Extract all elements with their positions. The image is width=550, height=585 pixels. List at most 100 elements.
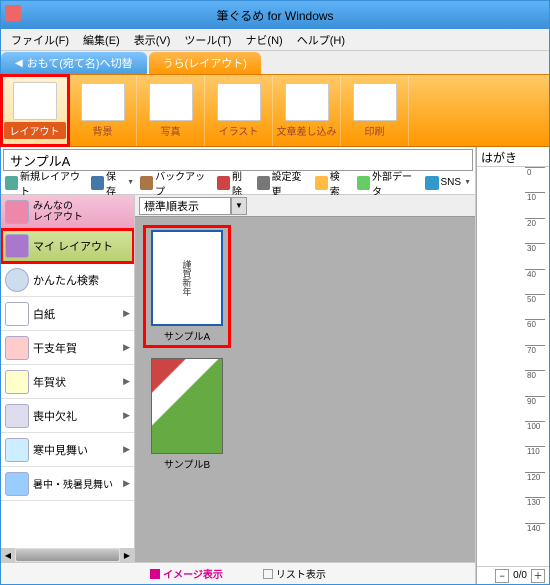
ruler-tick: 40: [525, 269, 545, 294]
sidebar-hscroll[interactable]: ◀ ▶: [1, 548, 134, 562]
ribbon-print-label: 印刷: [365, 123, 385, 138]
ruler-tick: 140: [525, 523, 545, 548]
nenga-icon: [5, 370, 29, 394]
ribbon-background[interactable]: 背景: [69, 75, 137, 146]
tab-ura[interactable]: うら(レイアウト): [149, 52, 261, 74]
cat-summer[interactable]: 暑中・残暑見舞い ▶: [1, 467, 134, 501]
tb-new-label: 新規レイアウト: [20, 168, 85, 198]
photo-icon: [149, 83, 193, 121]
tb-save[interactable]: 保存: [91, 168, 134, 198]
cat-label-1: マイ レイアウト: [33, 238, 113, 254]
tb-backup[interactable]: バックアップ: [140, 168, 211, 198]
preview-area: 0102030405060708090100110120130140: [477, 167, 549, 566]
ruler-tick: 50: [525, 294, 545, 319]
ruler-tick: 30: [525, 243, 545, 268]
sns-icon: [425, 176, 439, 190]
ribbon-illust[interactable]: イラスト: [205, 75, 273, 146]
delete-icon: [217, 176, 230, 190]
thumb-sample-a[interactable]: サンプルA: [143, 225, 231, 348]
viewmode-image[interactable]: イメージ表示: [150, 566, 223, 581]
tb-sns-label: SNS: [441, 177, 462, 188]
cat-blank[interactable]: 白紙 ▶: [1, 297, 134, 331]
chevron-right-icon: ▶: [123, 376, 130, 387]
viewmode-list[interactable]: リスト表示: [263, 566, 326, 581]
zoom-value: 0/0: [513, 570, 527, 581]
ruler-tick: 120: [525, 472, 545, 497]
mourning-icon: [5, 404, 29, 428]
cat-winter[interactable]: 寒中見舞い ▶: [1, 433, 134, 467]
cat-nenga[interactable]: 年賀状 ▶: [1, 365, 134, 399]
cat-easy-search[interactable]: かんたん検索: [1, 263, 134, 297]
tb-delete-label: 削除: [232, 168, 251, 198]
tb-save-label: 保存: [106, 168, 124, 198]
tb-extdata[interactable]: 外部データ: [357, 168, 419, 198]
thumb-image-b: [151, 358, 223, 454]
sort-select[interactable]: 標準順表示: [139, 197, 231, 215]
cat-eto[interactable]: 干支年賀 ▶: [1, 331, 134, 365]
ruler-tick: 90: [525, 396, 545, 421]
thumb-label-a: サンプルA: [164, 328, 210, 343]
people-icon: [5, 200, 29, 224]
new-icon: [5, 176, 18, 190]
ribbon-layout-label: レイアウト: [4, 122, 66, 139]
ruler-tick: 70: [525, 345, 545, 370]
ruler-tick: 110: [525, 446, 545, 471]
tb-settings[interactable]: 設定変更: [257, 168, 309, 198]
zoom-in-button[interactable]: ＋: [531, 569, 545, 583]
tb-settings-label: 設定変更: [272, 168, 309, 198]
tab-omote-label: おもて(宛て名)へ切替: [27, 55, 133, 71]
tab-ura-label: うら(レイアウト): [163, 55, 247, 71]
scroll-left-icon[interactable]: ◀: [1, 548, 15, 562]
blank-icon: [5, 302, 29, 326]
save-icon: [91, 176, 104, 190]
scroll-right-icon[interactable]: ▶: [120, 548, 134, 562]
tb-new[interactable]: 新規レイアウト: [5, 168, 85, 198]
tb-delete[interactable]: 削除: [217, 168, 251, 198]
list-view-icon: [263, 569, 273, 579]
menu-navi[interactable]: ナビ(N): [239, 30, 288, 50]
cat-label-4: 干支年賀: [33, 340, 77, 356]
ribbon-background-label: 背景: [93, 123, 113, 138]
ribbon-insert[interactable]: 文章差し込み: [273, 75, 341, 146]
ruler-tick: 100: [525, 421, 545, 446]
tabstrip: ◀ おもて(宛て名)へ切替 うら(レイアウト): [1, 51, 549, 75]
summer-icon: [5, 472, 29, 496]
image-view-icon: [150, 569, 160, 579]
window-title: 筆ぐるめ for Windows: [216, 7, 333, 24]
ribbon-print[interactable]: 印刷: [341, 75, 409, 146]
extdata-icon: [357, 176, 370, 190]
thumb-sample-b[interactable]: サンプルB: [143, 358, 231, 471]
ruler-tick: 130: [525, 497, 545, 522]
tb-search-label: 検 索: [330, 168, 351, 198]
menu-tool[interactable]: ツール(T): [178, 30, 237, 50]
cat-label-2: かんたん検索: [33, 272, 99, 288]
menu-file[interactable]: ファイル(F): [5, 30, 75, 50]
tb-sns[interactable]: SNS: [425, 176, 472, 190]
viewmode-bar: イメージ表示 リスト表示: [1, 562, 475, 584]
print-icon: [353, 83, 397, 121]
cat-label-7: 寒中見舞い: [33, 442, 88, 458]
cat-my-layout[interactable]: マイ レイアウト: [1, 229, 134, 263]
menu-view[interactable]: 表示(V): [128, 30, 177, 50]
vertical-ruler: 0102030405060708090100110120130140: [525, 167, 545, 548]
cat-label-0: みんなの レイアウト: [33, 201, 83, 223]
ruler-tick: 80: [525, 370, 545, 395]
menubar: ファイル(F) 編集(E) 表示(V) ツール(T) ナビ(N) ヘルプ(H): [1, 29, 549, 51]
cat-mourning[interactable]: 喪中欠礼 ▶: [1, 399, 134, 433]
tb-search[interactable]: 検 索: [315, 168, 351, 198]
ribbon-photo[interactable]: 写真: [137, 75, 205, 146]
ribbon-layout[interactable]: レイアウト: [1, 75, 69, 146]
chevron-right-icon: ▶: [123, 478, 130, 489]
menu-help[interactable]: ヘルプ(H): [291, 30, 351, 50]
sort-dropdown-button[interactable]: ▼: [231, 197, 247, 215]
gallery: 標準順表示 ▼ サンプルA サンプルB: [135, 195, 475, 562]
tab-omote[interactable]: ◀ おもて(宛て名)へ切替: [1, 52, 147, 74]
scroll-thumb[interactable]: [16, 549, 119, 561]
cat-label-6: 喪中欠礼: [33, 408, 77, 424]
arrow-left-icon: ◀: [15, 58, 23, 69]
menu-edit[interactable]: 編集(E): [77, 30, 126, 50]
cat-everyone-layout[interactable]: みんなの レイアウト: [1, 195, 134, 229]
ruler-tick: 20: [525, 218, 545, 243]
zoom-out-button[interactable]: −: [495, 569, 509, 583]
chevron-right-icon: ▶: [123, 444, 130, 455]
